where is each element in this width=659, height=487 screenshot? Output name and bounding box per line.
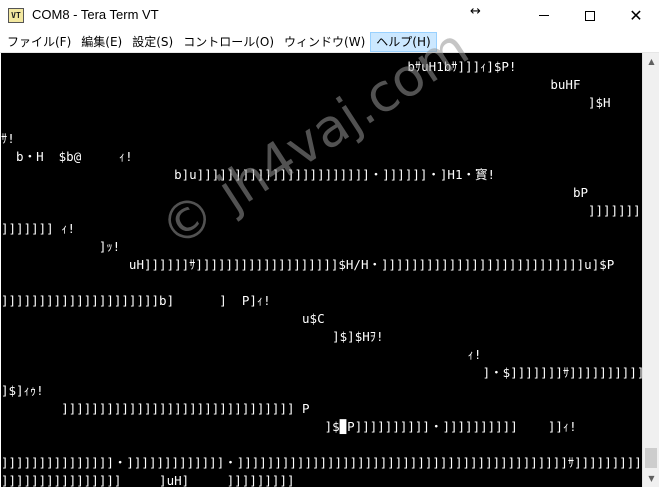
maximize-icon bbox=[585, 10, 595, 21]
minimize-button[interactable] bbox=[521, 0, 567, 31]
title-bar[interactable]: VT COM8 - Tera Term VT ↔ ✕ bbox=[0, 0, 659, 31]
terminal-line: b]u]]]]]]]]]]]]]]]]]]]]]]]・]]]]]]・]H1・寳! bbox=[1, 167, 496, 182]
window-title: COM8 - Tera Term VT bbox=[32, 7, 159, 22]
terminal-line: ]]]]]]]]]]]]]]]・]]]]]]]]]]]]]・]]]]]]]]]]… bbox=[1, 455, 642, 470]
terminal-line: ]]]]]]]・]]]]]]]]]]]] bbox=[587, 203, 642, 218]
terminal-line: ]$]ｨｩ! bbox=[1, 383, 44, 398]
scroll-up-arrow-icon[interactable]: ▲ bbox=[643, 53, 659, 70]
terminal-line: ｻ! bbox=[1, 131, 15, 146]
menu-item-3[interactable]: コントロール(O) bbox=[178, 32, 279, 52]
terminal-line: ]ｯ! bbox=[1, 239, 121, 254]
close-button[interactable]: ✕ bbox=[613, 0, 659, 31]
terminal-line: uH]]]]]]ｻ]]]]]]]]]]]]]]]]]]]$H/H・]]]]]]]… bbox=[1, 257, 615, 272]
terminal-line: b・H $b@ ｨ! bbox=[1, 149, 133, 164]
terminal-line: ]]]]]]]]]]]]]]]] ]uH] ]]]]]]]]] bbox=[1, 473, 295, 487]
terminal-line: ]]]]]]]]]]]]]]]]]]]]]]]]]]]]]]] P bbox=[1, 401, 310, 416]
terminal-line: ]$H $bｨ｡bｨ! bbox=[587, 95, 611, 110]
tera-term-app-icon[interactable]: VT bbox=[8, 8, 24, 23]
terminal-line: buHF bbox=[1, 77, 581, 92]
terminal-line: ]$▉P]]]]]]]]]]・]]]]]]]]]] ]]ｨ! bbox=[1, 419, 577, 434]
close-icon: ✕ bbox=[629, 5, 643, 25]
menu-bar: ファイル(F) 編集(E) 設定(S) コントロール(O) ウィンドウ(W) ヘルプ(H) bbox=[0, 31, 659, 52]
scroll-down-arrow-icon[interactable]: ▼ bbox=[643, 470, 659, 487]
maximize-button[interactable] bbox=[567, 0, 613, 31]
terminal-screen[interactable]: bｻuH1bｻ]]]ｨ]$P! buHF ]$H $bｨ｡bｨ! bbox=[1, 53, 642, 487]
terminal-line: ]$$]]]]]]]]]] bbox=[1, 436, 642, 454]
vertical-scrollbar[interactable]: ▲ ▼ bbox=[642, 53, 659, 487]
terminal-line: u$C bbox=[1, 311, 325, 326]
menu-item-2[interactable]: 設定(S) bbox=[127, 32, 178, 52]
terminal-line: b bbox=[1, 112, 642, 130]
terminal-line: ]]]]]]]]]]]]]]]]]]]]]b] ] P]ｨ! bbox=[1, 293, 271, 308]
scroll-thumb[interactable] bbox=[645, 448, 657, 468]
resize-arrows-icon: ↔ bbox=[470, 4, 481, 19]
terminal-line: bP bbox=[1, 185, 588, 200]
terminal-line: bｻuH1bｻ]]]ｨ]$P! bbox=[1, 59, 517, 74]
minimize-icon bbox=[539, 15, 549, 16]
menu-item-5[interactable]: ヘルプ(H) bbox=[370, 31, 437, 52]
menu-item-4[interactable]: ウィンドウ(W) bbox=[279, 32, 370, 52]
terminal-line: ]]]]]]] ｨ! bbox=[1, 221, 75, 236]
menu-item-1[interactable]: 編集(E) bbox=[76, 32, 127, 52]
menu-item-0[interactable]: ファイル(F) bbox=[2, 32, 76, 52]
terminal-line: ]$]$Hｦ! bbox=[1, 329, 384, 344]
terminal-line: ]・$]]]]]]]ｻ]]]]]]]]]]]]]]]]]] bbox=[1, 365, 642, 380]
terminal-line: ｨ! bbox=[1, 347, 482, 362]
terminal-line: b▉]]] bbox=[1, 274, 642, 292]
